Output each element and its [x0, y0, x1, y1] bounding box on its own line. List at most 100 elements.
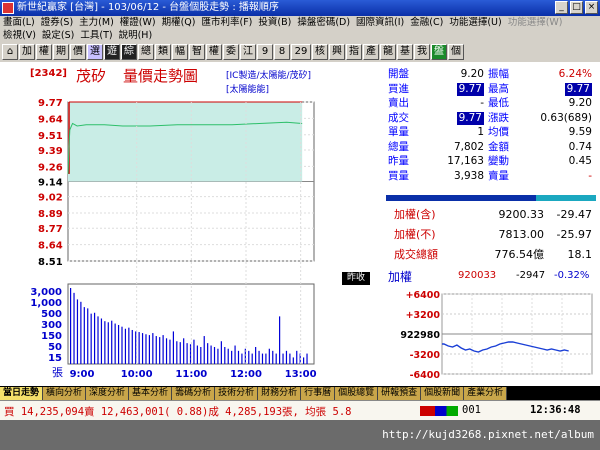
toolbar-button-3[interactable]: 價: [70, 44, 86, 60]
toolbar-button-5[interactable]: 遊: [104, 44, 120, 60]
toolbar-button-1[interactable]: 權: [36, 44, 52, 60]
toolbar-button-11[interactable]: 權: [206, 44, 222, 60]
menu-item-10[interactable]: 功能選擇(U): [446, 16, 504, 29]
quote-value: 17,163: [447, 155, 484, 167]
volume-bar: [227, 348, 229, 364]
tab-7[interactable]: 行事曆: [301, 387, 336, 400]
volume-bar: [251, 353, 253, 364]
price-tick-label: 8.64: [38, 241, 63, 252]
volume-bar: [296, 350, 298, 364]
quote-label: 最高: [488, 82, 509, 95]
volume-bar: [138, 332, 140, 364]
toolbar-button-15[interactable]: 8: [274, 44, 290, 60]
toolbar-button-7[interactable]: 總: [138, 44, 154, 60]
toolbar-button-16[interactable]: 29: [291, 44, 311, 60]
menu-item-7[interactable]: 操盤密碼(D): [294, 16, 353, 29]
index-change: 18.1: [567, 248, 593, 261]
tab-9[interactable]: 研報預查: [378, 387, 422, 400]
toolbar-button-4[interactable]: 選: [87, 44, 103, 60]
volume-bar: [261, 353, 264, 364]
index-panel: 加權(含) 9200.33 -29.47 加權(不) 7813.00 -25.97 成交總額…: [386, 203, 596, 265]
menu-item-2[interactable]: 主力(M): [76, 16, 117, 29]
toolbar-button-10[interactable]: 智: [189, 44, 205, 60]
toolbar-button-0[interactable]: 加: [19, 44, 35, 60]
volume-bar: [231, 350, 233, 364]
menu-item-5[interactable]: 匯市利率(F): [198, 16, 255, 29]
tab-0[interactable]: 當日走勢: [0, 387, 44, 400]
price-tick-label: 9.64: [38, 114, 63, 125]
toolbar-button-24[interactable]: 盤: [431, 44, 447, 60]
index-mini-chart: +6400 +3200 922980 -3200 -6400: [400, 290, 593, 381]
menu-bar-main: 畫面(L) 證券(S) 主力(M) 權證(W) 期權(Q) 匯市利率(F) 投資(B) 操盤密…: [0, 16, 600, 29]
toolbar-button-6[interactable]: 綜: [121, 44, 137, 60]
volume-bar: [289, 353, 291, 364]
volume-bar: [83, 307, 85, 364]
volume-bar: [135, 331, 137, 364]
menu-item-11[interactable]: 功能選擇(W): [505, 16, 566, 29]
menu2-item-3[interactable]: 說明(H): [116, 29, 156, 42]
quote-label: 賣量: [488, 169, 509, 182]
time-tick-label: 10:00: [121, 369, 153, 380]
toolbar-button-18[interactable]: 興: [329, 44, 345, 60]
tab-11[interactable]: 產業分析: [464, 387, 508, 400]
maximize-button[interactable]: □: [570, 1, 583, 14]
menu-item-8[interactable]: 國際資訊(I): [353, 16, 407, 29]
tab-2[interactable]: 深度分析: [86, 387, 130, 400]
index-row: 加權(不) 7813.00 -25.97: [386, 225, 596, 245]
menu-item-1[interactable]: 證券(S): [38, 16, 76, 29]
quote-label: 變動: [488, 155, 509, 167]
tab-3[interactable]: 基本分析: [129, 387, 173, 400]
time-tick-label: 12:00: [230, 369, 262, 380]
mini-tick-label: -3200: [410, 350, 441, 361]
toolbar-button-12[interactable]: 委: [223, 44, 239, 60]
toolbar-button-20[interactable]: 產: [363, 44, 379, 60]
toolbar-button-8[interactable]: 類: [155, 44, 171, 60]
menu-item-3[interactable]: 權證(W): [117, 16, 159, 29]
tab-5[interactable]: 技術分析: [215, 387, 259, 400]
toolbar-button-13[interactable]: 江: [240, 44, 256, 60]
volume-bar: [186, 343, 188, 364]
tab-8[interactable]: 個股總覽: [335, 387, 379, 400]
toolbar-button-17[interactable]: 核: [312, 44, 328, 60]
quote-label: 總量: [388, 140, 409, 153]
menu2-item-0[interactable]: 檢視(V): [0, 29, 39, 42]
toolbar-button-22[interactable]: 基: [397, 44, 413, 60]
volume-bar: [148, 335, 151, 364]
toolbar-button-19[interactable]: 指: [346, 44, 362, 60]
quote-row: 買量 3,938 賣量 -: [386, 170, 596, 183]
minimize-button[interactable]: _: [555, 1, 568, 14]
toolbar-button-14[interactable]: 9: [257, 44, 273, 60]
volume-bar: [93, 312, 96, 364]
status-bar: 買 14,235,094賣 12,463,001( 0.88)成 4,285,1…: [0, 400, 600, 420]
volume-bar: [73, 292, 75, 364]
volume-bar: [162, 335, 164, 364]
price-tick-label: 8.51: [38, 257, 63, 268]
yesterday-close-label: 昨收: [342, 272, 370, 285]
volume-bar: [70, 288, 72, 364]
volume-tick-label: 1,000: [30, 298, 62, 309]
quote-row: 昨量 17,163 變動 0.45: [386, 155, 596, 168]
app-icon: [2, 2, 14, 14]
tab-10[interactable]: 個股新聞: [421, 387, 465, 400]
price-tick-label: 9.39: [38, 146, 63, 157]
menu2-item-1[interactable]: 設定(S): [39, 29, 77, 42]
close-button[interactable]: ×: [585, 1, 598, 14]
volume-bar: [97, 316, 99, 364]
tab-4[interactable]: 籌碼分析: [172, 387, 216, 400]
tab-1[interactable]: 橫向分析: [43, 387, 87, 400]
menu-item-9[interactable]: 金融(C): [407, 16, 446, 29]
volume-unit-label: 張: [52, 366, 63, 379]
menu-item-0[interactable]: 畫面(L): [0, 16, 38, 29]
toolbar-button-23[interactable]: 我: [414, 44, 430, 60]
tab-6[interactable]: 財務分析: [258, 387, 302, 400]
toolbar-button-2[interactable]: 期: [53, 44, 69, 60]
menu-item-4[interactable]: 期權(Q): [159, 16, 199, 29]
home-icon[interactable]: ⌂: [2, 44, 18, 60]
menu-item-6[interactable]: 投資(B): [255, 16, 294, 29]
toolbar-button-9[interactable]: 幅: [172, 44, 188, 60]
price-tick-label: 9.26: [38, 162, 63, 173]
menu2-item-2[interactable]: 工具(T): [77, 29, 115, 42]
volume-bar: [107, 322, 109, 364]
toolbar-button-21[interactable]: 龍: [380, 44, 396, 60]
toolbar-button-25[interactable]: 個: [448, 44, 464, 60]
